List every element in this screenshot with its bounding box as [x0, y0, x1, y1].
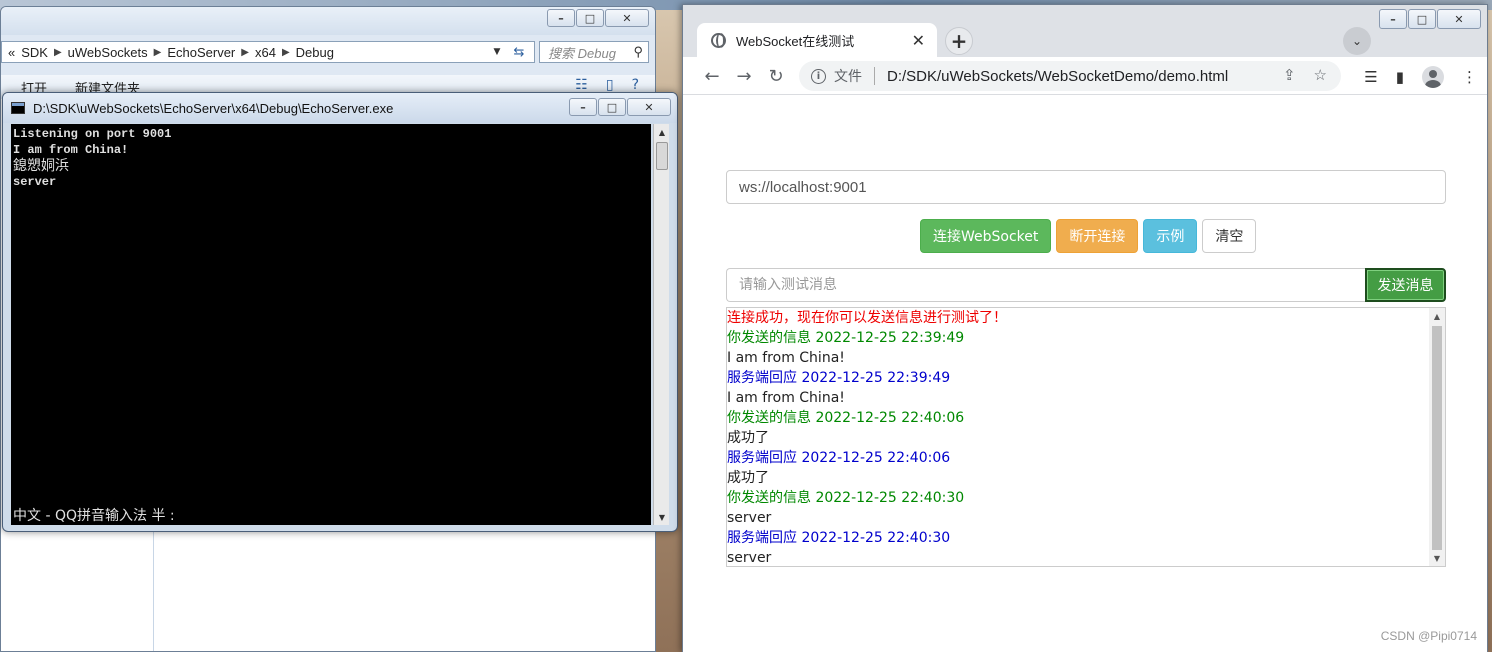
maximize-button[interactable]: □ — [576, 9, 604, 27]
breadcrumb-item[interactable]: uWebSockets — [68, 45, 148, 60]
connect-websocket-button[interactable]: 连接WebSocket — [920, 219, 1052, 253]
log-line: 成功了 — [727, 430, 769, 446]
send-message-button[interactable]: 发送消息 — [1365, 268, 1446, 302]
search-icon: ⚲ — [633, 44, 643, 59]
view-options-icon[interactable]: ☷ — [575, 77, 588, 93]
search-placeholder: 搜索 Debug — [548, 45, 616, 61]
log-line: server — [727, 510, 772, 526]
share-icon[interactable]: ⇪ — [1283, 66, 1296, 84]
log-scrollbar[interactable]: ▲ ▼ — [1429, 308, 1445, 566]
close-button[interactable]: ✕ — [605, 9, 649, 27]
message-row: 发送消息 — [726, 268, 1446, 302]
log-lines: 连接成功，现在你可以发送信息进行测试了！ 你发送的信息 2022-12-25 22… — [727, 308, 1429, 566]
message-log[interactable]: 连接成功，现在你可以发送信息进行测试了！ 你发送的信息 2022-12-25 22… — [726, 307, 1446, 567]
console-title: D:\SDK\uWebSockets\EchoServer\x64\Debug\… — [33, 100, 394, 116]
breadcrumb-separator-icon: ▶ — [281, 46, 290, 58]
breadcrumb-separator-icon: ▶ — [241, 46, 249, 58]
console-output[interactable]: Listening on port 9001 I am from China! … — [11, 124, 651, 525]
tab-title: WebSocket在线测试 — [736, 33, 855, 49]
console-app-icon — [11, 102, 25, 114]
message-input[interactable] — [726, 268, 1366, 302]
tab-websocket-test[interactable]: WebSocket在线测试 ✕ — [697, 23, 937, 57]
explorer-address-bar[interactable]: « SDK ▶ uWebSockets ▶ EchoServer ▶ x64 ▶ Deb… — [1, 41, 535, 63]
action-buttons: 连接WebSocket 断开连接 示例 清空 — [920, 219, 1257, 253]
explorer-titlebar: – □ ✕ — [1, 7, 655, 35]
log-line: 服务端回应 2022-12-25 22:40:06 — [727, 450, 951, 466]
csdn-watermark: CSDN @Pipi0714 — [1380, 629, 1477, 643]
close-button[interactable]: ✕ — [627, 98, 671, 116]
example-button[interactable]: 示例 — [1143, 219, 1198, 253]
url-text[interactable]: D:/SDK/uWebSockets/WebSocketDemo/demo.ht… — [887, 68, 1228, 85]
menu-kebab-icon[interactable]: ⋮ — [1462, 68, 1477, 86]
log-line: I am from China! — [727, 350, 845, 366]
console-scrollbar[interactable]: ▲ ▼ — [653, 124, 669, 525]
bookmark-star-icon[interactable]: ☆ — [1314, 66, 1327, 84]
scheme-label: 文件 — [834, 68, 862, 84]
log-line: 成功了 — [727, 470, 769, 486]
console-titlebar: D:\SDK\uWebSockets\EchoServer\x64\Debug\… — [3, 93, 677, 123]
scroll-up-icon[interactable]: ▲ — [1429, 308, 1445, 324]
explorer-search-input[interactable]: 搜索 Debug ⚲ — [539, 41, 649, 63]
address-dropdown-icon[interactable]: ▼ — [489, 42, 505, 62]
help-icon[interactable]: ? — [632, 77, 639, 93]
scroll-up-icon[interactable]: ▲ — [654, 124, 670, 140]
web-page: 连接WebSocket 断开连接 示例 清空 发送消息 连接成功，现在你可以发送… — [683, 96, 1487, 652]
log-line: 你发送的信息 2022-12-25 22:40:30 — [727, 490, 965, 506]
refresh-icon[interactable]: ⇆ — [507, 42, 531, 62]
side-panel-icon[interactable]: ▮ — [1396, 68, 1404, 86]
browser-window: WebSocket在线测试 ✕ + ⌄ – □ ✕ ← → ↻ i 文件 D:/… — [682, 4, 1488, 652]
log-line: 你发送的信息 2022-12-25 22:39:49 — [727, 330, 965, 346]
scroll-down-icon[interactable]: ▼ — [1429, 550, 1445, 566]
info-icon[interactable]: i — [811, 68, 826, 84]
log-line: 服务端回应 2022-12-25 22:39:49 — [727, 370, 951, 386]
tab-search-button[interactable]: ⌄ — [1343, 27, 1371, 55]
minimize-button[interactable]: – — [1379, 9, 1407, 29]
console-line: Listening on port 9001 — [13, 127, 172, 141]
log-line: 服务端回应 2022-12-25 22:40:30 — [727, 530, 951, 546]
breadcrumb-item[interactable]: EchoServer — [167, 45, 235, 60]
breadcrumb-item[interactable]: Debug — [296, 45, 334, 60]
profile-avatar-icon[interactable] — [1422, 66, 1444, 88]
tab-close-icon[interactable]: ✕ — [912, 31, 925, 51]
ime-status: 中文 - QQ拼音输入法 半 : — [13, 508, 175, 524]
breadcrumb-item[interactable]: x64 — [255, 45, 276, 60]
forward-icon[interactable]: → — [733, 65, 755, 87]
maximize-button[interactable]: □ — [598, 98, 626, 116]
console-window: D:\SDK\uWebSockets\EchoServer\x64\Debug\… — [2, 92, 678, 532]
scroll-thumb[interactable] — [1432, 326, 1442, 550]
reload-icon[interactable]: ↻ — [765, 65, 787, 87]
console-line: 鎴愬姛浜 — [13, 158, 69, 174]
maximize-button[interactable]: □ — [1408, 9, 1436, 29]
preview-pane-icon[interactable]: ▯ — [606, 77, 614, 93]
log-line: 连接成功，现在你可以发送信息进行测试了！ — [727, 310, 1007, 326]
browser-toolbar: ← → ↻ i 文件 D:/SDK/uWebSockets/WebSocketD… — [683, 57, 1487, 95]
back-icon[interactable]: ← — [701, 65, 723, 87]
console-line: server — [13, 175, 57, 189]
divider — [874, 67, 875, 85]
new-tab-button[interactable]: + — [945, 27, 973, 55]
address-bar[interactable]: i 文件 D:/SDK/uWebSockets/WebSocketDemo/de… — [799, 61, 1341, 91]
scroll-down-icon[interactable]: ▼ — [654, 509, 670, 525]
tab-strip: WebSocket在线测试 ✕ + ⌄ – □ ✕ — [683, 5, 1487, 57]
reading-list-icon[interactable]: ☰ — [1364, 68, 1377, 86]
breadcrumb-separator-icon: ▶ — [153, 46, 162, 58]
breadcrumb-separator-icon: ▶ — [53, 46, 62, 58]
console-line: I am from China! — [13, 143, 129, 157]
clear-button[interactable]: 清空 — [1202, 219, 1257, 253]
breadcrumb-item[interactable]: SDK — [21, 45, 48, 60]
close-button[interactable]: ✕ — [1437, 9, 1481, 29]
scroll-thumb[interactable] — [656, 142, 668, 170]
breadcrumb-back-icon[interactable]: « — [8, 45, 15, 60]
minimize-button[interactable]: – — [569, 98, 597, 116]
disconnect-button[interactable]: 断开连接 — [1056, 219, 1139, 253]
log-line: 你发送的信息 2022-12-25 22:40:06 — [727, 410, 965, 426]
websocket-url-input[interactable] — [726, 170, 1446, 204]
minimize-button[interactable]: – — [547, 9, 575, 27]
log-line: I am from China! — [727, 390, 845, 406]
log-line: server — [727, 550, 772, 566]
globe-icon — [711, 32, 726, 48]
